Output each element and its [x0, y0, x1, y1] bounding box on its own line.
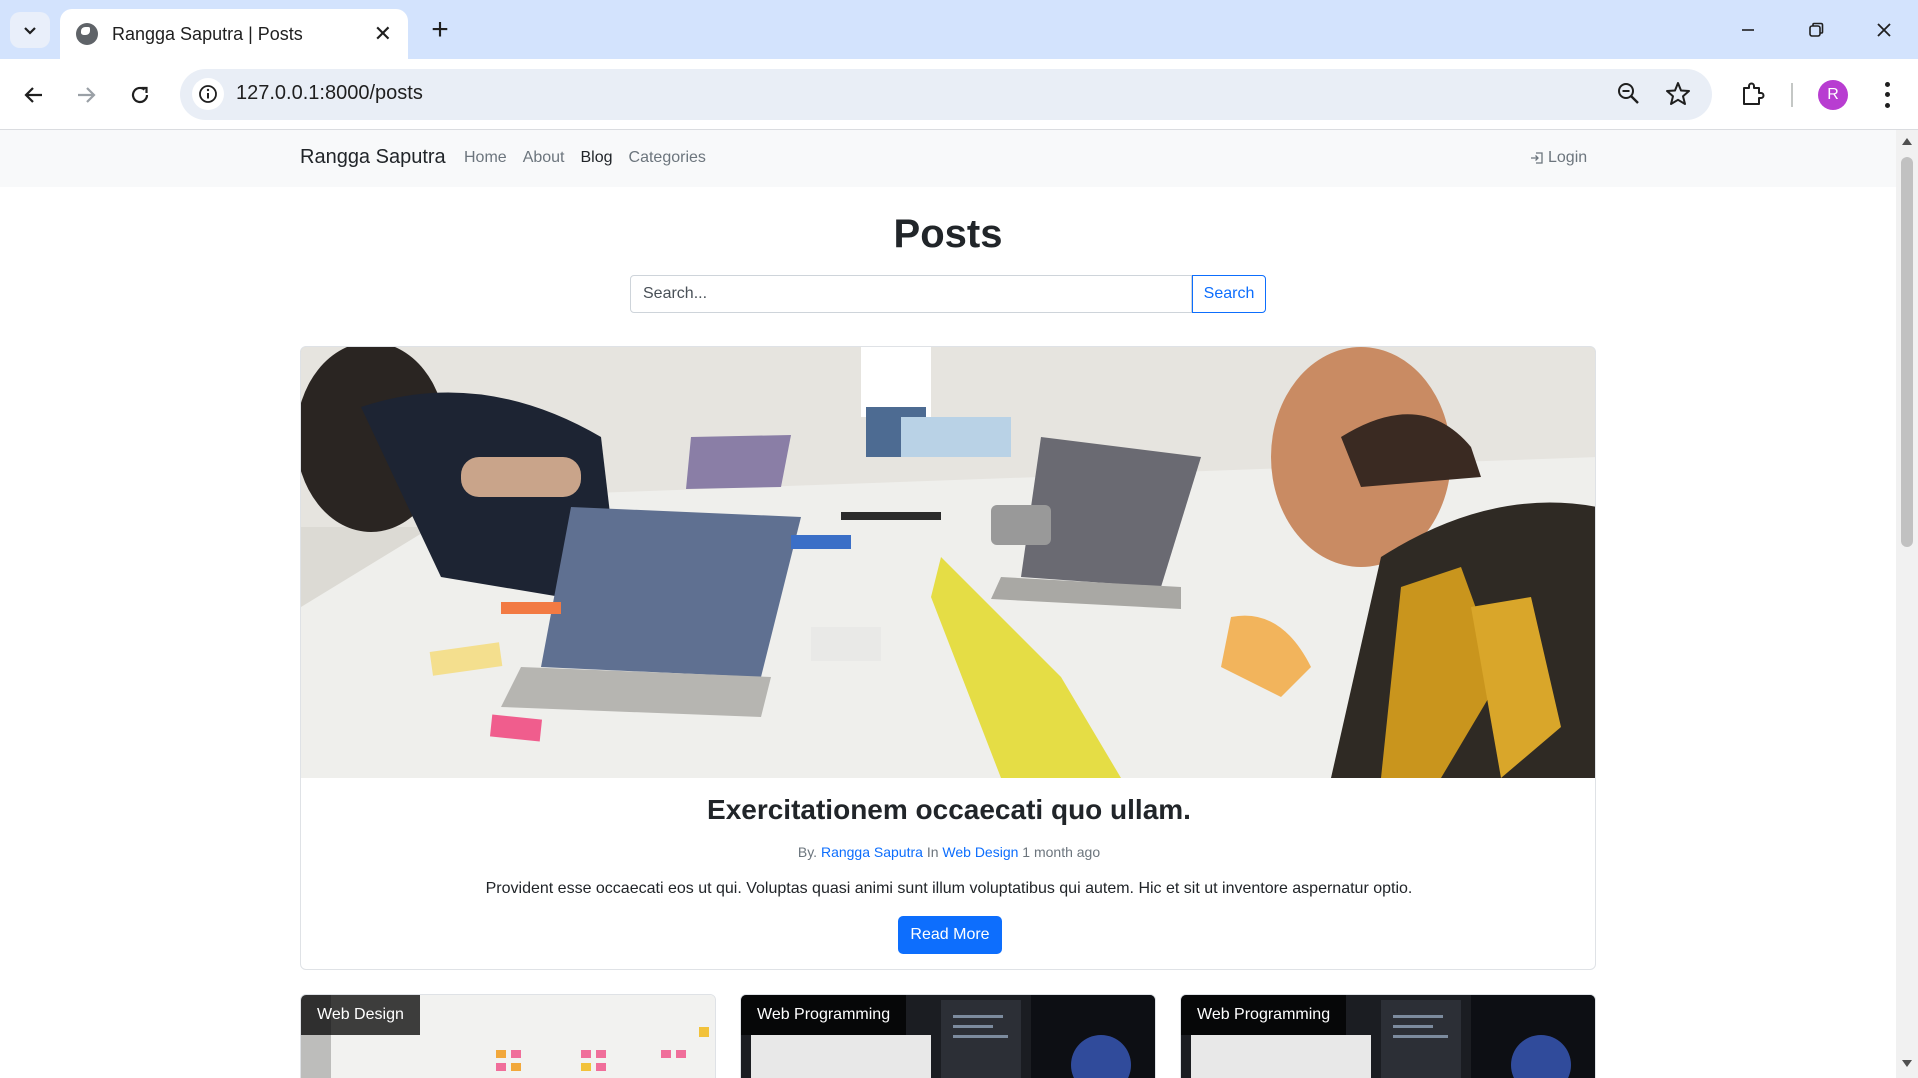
chevron-down-icon — [24, 27, 36, 35]
read-more-button[interactable]: Read More — [898, 916, 1002, 954]
globe-icon — [76, 23, 98, 45]
nav-blog[interactable]: Blog — [581, 149, 613, 167]
browser-menu-icon[interactable] — [1874, 79, 1900, 111]
login-icon — [1531, 152, 1543, 164]
post-card[interactable]: Web Programming — [740, 994, 1156, 1078]
minimize-button[interactable] — [1726, 10, 1770, 50]
featured-post-title[interactable]: Exercitationem occaecati quo ullam. — [301, 794, 1595, 826]
close-icon — [1877, 23, 1891, 37]
nav-home[interactable]: Home — [464, 149, 507, 167]
address-bar[interactable]: 127.0.0.1:8000/posts — [180, 69, 1712, 120]
page-viewport: Rangga Saputra Home About Blog Categorie… — [0, 130, 1896, 1078]
zoom-icon[interactable] — [1614, 79, 1644, 114]
login-link[interactable]: Login — [1530, 149, 1587, 167]
minimize-icon — [1742, 29, 1754, 31]
search-form: Search — [630, 275, 1266, 313]
tab-title: Rangga Saputra | Posts — [112, 23, 303, 44]
nav-about[interactable]: About — [523, 149, 565, 167]
by-prefix: By. — [797, 844, 818, 860]
close-tab-icon[interactable]: ✕ — [374, 21, 392, 47]
site-brand[interactable]: Rangga Saputra — [300, 146, 446, 169]
close-window-button[interactable] — [1862, 10, 1906, 50]
scroll-down-icon[interactable] — [1902, 1060, 1912, 1067]
in-prefix: In — [926, 844, 939, 860]
bookmark-star-icon[interactable] — [1663, 79, 1693, 114]
back-button[interactable] — [14, 75, 54, 115]
search-input[interactable] — [630, 275, 1192, 313]
restore-button[interactable] — [1794, 10, 1838, 50]
extensions-puzzle-icon[interactable] — [1738, 79, 1768, 114]
category-link[interactable]: Web Design — [942, 844, 1018, 860]
site-navbar: Rangga Saputra Home About Blog Categorie… — [0, 130, 1896, 187]
restore-icon — [1809, 22, 1824, 37]
reload-icon — [131, 86, 149, 104]
post-category-badge[interactable]: Web Programming — [741, 995, 907, 1035]
post-card[interactable]: Web Programming — [1180, 994, 1596, 1078]
featured-post-body: Exercitationem occaecati quo ullam. By. … — [301, 778, 1595, 969]
browser-toolbar: 127.0.0.1:8000/posts R — [0, 59, 1918, 130]
tab-search-button[interactable] — [10, 12, 50, 48]
featured-post-image — [301, 347, 1595, 778]
nav-links: Home About Blog Categories — [464, 149, 722, 167]
arrow-left-icon — [24, 87, 42, 103]
search-button[interactable]: Search — [1192, 275, 1266, 313]
scrollbar-thumb[interactable] — [1901, 157, 1913, 547]
active-tab[interactable]: Rangga Saputra | Posts ✕ — [60, 9, 408, 59]
post-time: 1 month ago — [1022, 844, 1101, 860]
page-scrollbar[interactable] — [1896, 130, 1918, 1078]
featured-post-excerpt: Provident esse occaecati eos ut qui. Vol… — [485, 880, 1413, 897]
arrow-right-icon — [78, 87, 96, 103]
post-grid: Web Design Web Programming Web Programmi… — [300, 994, 1596, 1078]
new-tab-button[interactable]: + — [422, 12, 458, 48]
page-title: Posts — [893, 212, 1003, 256]
post-card[interactable]: Web Design — [300, 994, 716, 1078]
tab-strip: Rangga Saputra | Posts ✕ + — [0, 0, 1918, 59]
featured-post-meta: By. Rangga Saputra In Web Design 1 month… — [301, 844, 1595, 860]
author-link[interactable]: Rangga Saputra — [821, 844, 923, 860]
reload-button[interactable] — [120, 75, 160, 115]
site-info-icon[interactable] — [192, 78, 224, 110]
url-text[interactable]: 127.0.0.1:8000/posts — [236, 82, 423, 105]
scroll-up-icon[interactable] — [1902, 138, 1912, 145]
post-category-badge[interactable]: Web Design — [301, 995, 420, 1035]
nav-categories[interactable]: Categories — [629, 149, 706, 167]
profile-avatar[interactable]: R — [1818, 80, 1848, 110]
login-label: Login — [1548, 149, 1588, 166]
post-category-badge[interactable]: Web Programming — [1181, 995, 1347, 1035]
forward-button[interactable] — [66, 75, 106, 115]
featured-post-card: Exercitationem occaecati quo ullam. By. … — [300, 346, 1596, 970]
toolbar-divider — [1791, 83, 1793, 107]
